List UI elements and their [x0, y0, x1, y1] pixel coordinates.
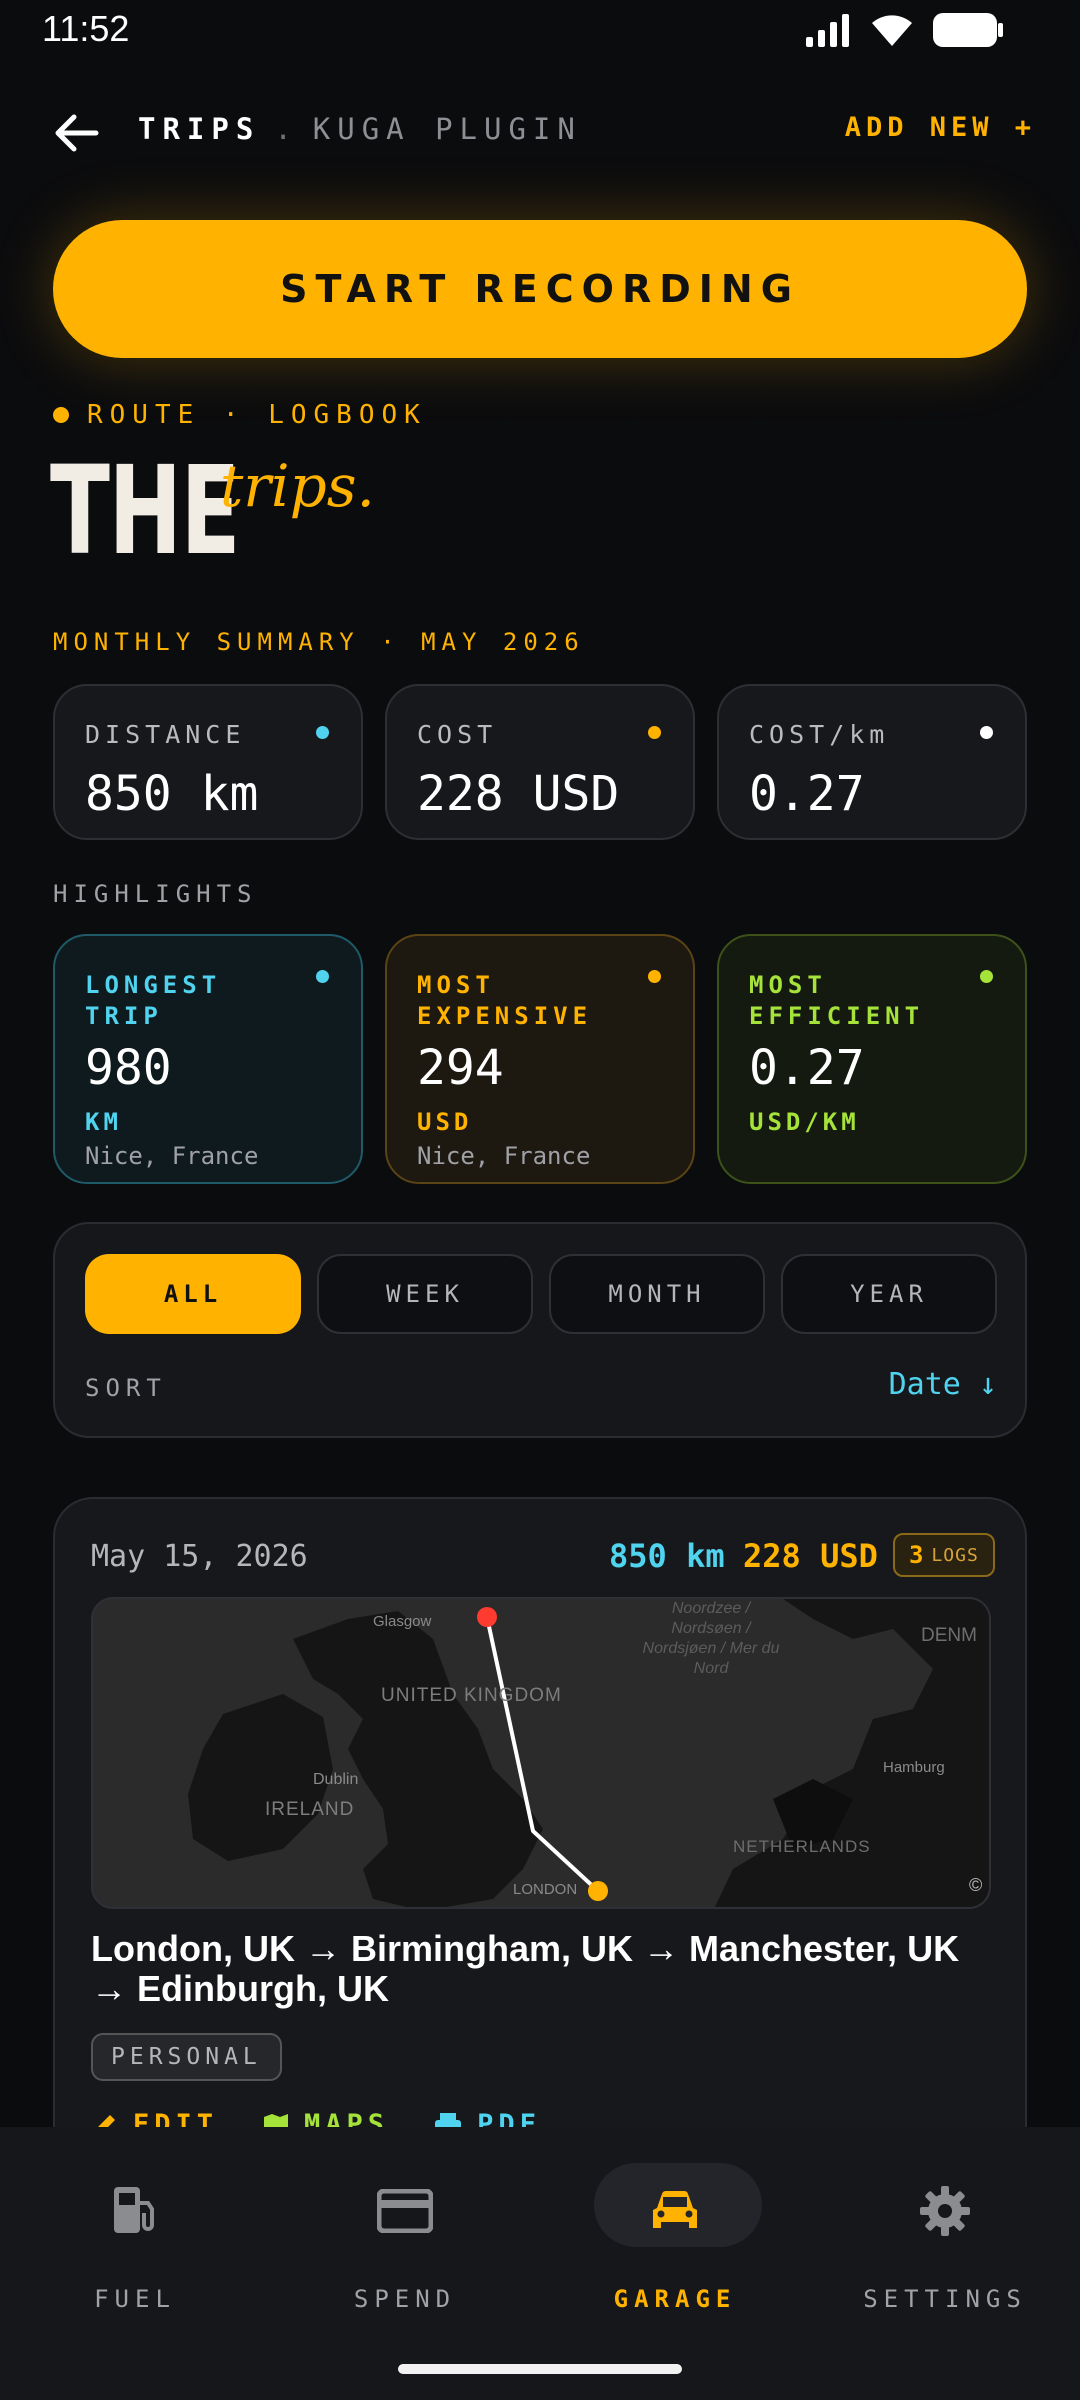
map-copyright[interactable]: © [969, 1875, 982, 1896]
filter-year-button[interactable]: YEAR [781, 1254, 997, 1334]
summary-label: DISTANCE [85, 720, 246, 749]
trip-route: London, UK → Birmingham, UK → Manchester… [91, 1928, 960, 2009]
highlight-unit: USD/KM [749, 1108, 860, 1136]
filter-week-button[interactable]: WEEK [317, 1254, 533, 1334]
summary-dot [316, 726, 329, 739]
highlight-card-most-efficient[interactable]: MOST EFFICIENT 0.27 USD/KM [717, 934, 1027, 1184]
map-canvas [93, 1599, 989, 1907]
summary-label: COST/km [749, 720, 890, 749]
summary-card-cost: COST 228 USD [385, 684, 695, 840]
nav-settings[interactable]: SETTINGS [810, 2127, 1080, 2327]
kicker-text: ROUTE · LOGBOOK [87, 400, 427, 430]
highlight-value: 294 [417, 1040, 504, 1096]
nav-garage[interactable]: GARAGE [540, 2127, 810, 2327]
logs-label: LOGS [931, 1544, 979, 1566]
vehicle-name: KUGA PLUGIN [312, 112, 582, 146]
map-label-dublin: Dublin [313, 1771, 359, 1788]
sort-label: SORT [85, 1374, 167, 1402]
nav-spend-label: SPEND [353, 2285, 457, 2313]
map-label-ireland: IRELAND [265, 1799, 355, 1820]
map-label-netherlands: NETHERLANDS [733, 1837, 871, 1856]
summary-value: 0.27 [749, 766, 865, 822]
home-indicator[interactable] [398, 2364, 682, 2374]
summary-value: 850 km [85, 766, 259, 822]
summary-card-distance: DISTANCE 850 km [53, 684, 363, 840]
nav-garage-label: GARAGE [613, 2285, 737, 2313]
start-recording-button[interactable]: START RECORDING [53, 220, 1027, 358]
heading-the: THE [50, 440, 241, 582]
highlight-dot [316, 970, 329, 983]
highlight-location: Nice, France [417, 1142, 591, 1170]
filter-all-button[interactable]: ALL [85, 1254, 301, 1334]
nav-fuel[interactable]: FUEL [0, 2127, 270, 2327]
filter-panel: ALL WEEK MONTH YEAR SORT Date ↓ [53, 1222, 1027, 1438]
back-arrow-icon[interactable] [52, 108, 102, 158]
route-map[interactable]: Glasgow UNITED KINGDOM Dublin IRELAND LO… [91, 1597, 991, 1909]
highlight-value: 0.27 [749, 1040, 865, 1096]
gear-icon [920, 2186, 970, 2236]
wifi-icon [872, 15, 912, 46]
highlight-unit: KM [85, 1108, 122, 1136]
highlight-unit: USD [417, 1108, 473, 1136]
highlights-label: HIGHLIGHTS [53, 880, 258, 908]
trip-type-tag: PERSONAL [91, 2033, 282, 2081]
map-label-denmark: DENM [921, 1625, 977, 1646]
heading-trips: trips. [220, 452, 375, 520]
trip-cost: 228 USD [743, 1537, 878, 1575]
map-label-glasgow: Glasgow [373, 1613, 432, 1630]
nav-settings-label: SETTINGS [863, 2285, 1027, 2313]
signal-icon [806, 14, 849, 47]
map-label-north-sea: Noordzee / Nordsøen / Nordsjøen / Mer du… [642, 1600, 780, 1677]
status-time: 11:52 [42, 8, 130, 49]
summary-dot [648, 726, 661, 739]
highlight-card-longest-trip[interactable]: LONGEST TRIP 980 KM Nice, France [53, 934, 363, 1184]
sort-dropdown[interactable]: Date ↓ [889, 1367, 997, 1402]
summary-dot [980, 726, 993, 739]
trip-distance: 850 km [609, 1537, 725, 1575]
title-separator: . [274, 112, 299, 146]
summary-card-cost-per-km: COST/km 0.27 [717, 684, 1027, 840]
car-icon [653, 2190, 697, 2228]
fuel-pump-icon [114, 2187, 154, 2233]
highlight-value: 980 [85, 1040, 172, 1096]
trip-card[interactable]: May 15, 2026 850 km 228 USD 3 LOGS Glasg… [53, 1497, 1027, 2197]
battery-icon [933, 13, 1003, 47]
status-icons [804, 12, 1004, 48]
highlight-card-most-expensive[interactable]: MOST EXPENSIVE 294 USD Nice, France [385, 934, 695, 1184]
section-kicker: ROUTE · LOGBOOK [53, 400, 427, 430]
logs-count: 3 [909, 1541, 924, 1569]
trip-date: May 15, 2026 [91, 1539, 308, 1574]
map-label-london: LONDON [513, 1881, 578, 1898]
highlight-label: MOST EXPENSIVE [417, 971, 593, 1030]
bottom-nav: FUEL SPEND GARAGE SETTINGS [0, 2127, 1080, 2400]
highlight-label: MOST EFFICIENT [749, 971, 925, 1030]
highlight-location: Nice, France [85, 1142, 259, 1170]
summary-value: 228 USD [417, 766, 620, 822]
kicker-dot [53, 407, 69, 423]
filter-month-button[interactable]: MONTH [549, 1254, 765, 1334]
monthly-summary-label: MONTHLY SUMMARY · MAY 2026 [53, 628, 585, 656]
page-title: TRIPS. KUGA PLUGIN [138, 112, 582, 146]
logs-badge[interactable]: 3 LOGS [893, 1533, 995, 1577]
add-new-button[interactable]: ADD NEW + [845, 112, 1036, 143]
highlight-dot [648, 970, 661, 983]
highlight-dot [980, 970, 993, 983]
credit-card-icon [377, 2189, 433, 2233]
summary-label: COST [417, 720, 498, 749]
highlight-label: LONGEST TRIP [85, 971, 222, 1030]
nav-spend[interactable]: SPEND [270, 2127, 540, 2327]
nav-fuel-label: FUEL [94, 2285, 176, 2313]
map-label-uk: UNITED KINGDOM [381, 1685, 562, 1706]
title-text: TRIPS [138, 112, 261, 146]
map-label-hamburg: Hamburg [883, 1759, 945, 1776]
